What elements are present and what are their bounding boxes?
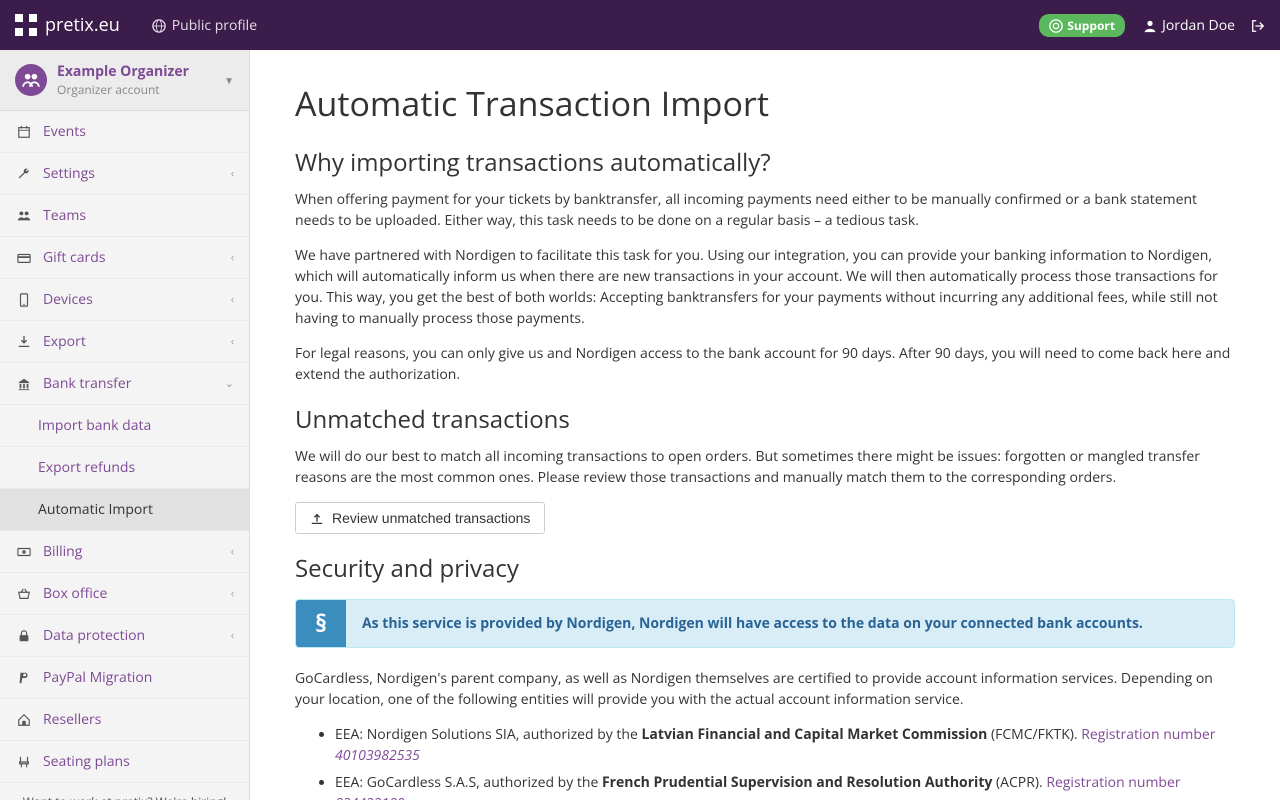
lifebuoy-icon xyxy=(1049,17,1063,34)
heading-security: Security and privacy xyxy=(295,552,1235,585)
heading-why: Why importing transactions automatically… xyxy=(295,146,1235,179)
sidebar-item-devices[interactable]: Devices ‹ xyxy=(0,279,249,321)
chevron-left-icon: ‹ xyxy=(231,292,234,307)
sidebar-item-label: Devices xyxy=(43,290,231,309)
sidebar-item-label: Gift cards xyxy=(43,248,231,267)
bank-icon xyxy=(15,374,33,393)
sidebar-item-label: Automatic Import xyxy=(38,500,234,519)
heading-unmatched: Unmatched transactions xyxy=(295,403,1235,436)
public-profile-label: Public profile xyxy=(172,16,257,35)
section-sign-icon: § xyxy=(296,600,346,647)
sidebar-item-label: Events xyxy=(43,122,234,141)
sidebar-subitem-export-refunds[interactable]: Export refunds xyxy=(0,447,249,489)
list-item: EEA: Nordigen Solutions SIA, authorized … xyxy=(335,724,1235,766)
page-title: Automatic Transaction Import xyxy=(295,80,1235,126)
brand-logo-icon xyxy=(15,14,37,36)
tablet-icon xyxy=(15,290,33,309)
brand[interactable]: pretix.eu xyxy=(15,13,120,37)
user-icon xyxy=(1143,16,1157,35)
sidebar-item-export[interactable]: Export ‹ xyxy=(0,321,249,363)
sidebar-item-label: Box office xyxy=(43,584,231,603)
sidebar-item-boxoffice[interactable]: Box office ‹ xyxy=(0,573,249,615)
users-icon xyxy=(15,206,33,225)
chevron-down-icon: ⌄ xyxy=(225,376,234,391)
sidebar-item-label: Billing xyxy=(43,542,231,561)
public-profile-link[interactable]: Public profile xyxy=(140,0,269,50)
alert-text: As this service is provided by Nordigen,… xyxy=(346,600,1159,647)
organizer-avatar-icon xyxy=(15,64,47,96)
sidebar-item-events[interactable]: Events xyxy=(0,111,249,153)
sidebar-item-label: Bank transfer xyxy=(43,374,225,393)
globe-icon xyxy=(152,16,166,35)
calendar-icon xyxy=(15,122,33,141)
support-label: Support xyxy=(1067,17,1115,34)
sidebar-item-settings[interactable]: Settings ‹ xyxy=(0,153,249,195)
top-navbar: pretix.eu Public profile Support Jordan … xyxy=(0,0,1280,50)
sidebar-item-resellers[interactable]: Resellers xyxy=(0,699,249,741)
lock-icon xyxy=(15,626,33,645)
logout-icon xyxy=(1251,16,1265,35)
chevron-left-icon: ‹ xyxy=(231,250,234,265)
organizer-switcher[interactable]: Example Organizer Organizer account ▼ xyxy=(0,50,249,111)
organizer-name: Example Organizer xyxy=(57,62,224,81)
chevron-left-icon: ‹ xyxy=(231,334,234,349)
paragraph: We will do our best to match all incomin… xyxy=(295,446,1235,488)
sidebar-item-label: Seating plans xyxy=(43,752,234,771)
sidebar-item-label: Settings xyxy=(43,164,231,183)
download-icon xyxy=(15,332,33,351)
sidebar: Example Organizer Organizer account ▼ Ev… xyxy=(0,50,250,800)
caret-down-icon: ▼ xyxy=(224,73,234,87)
paragraph: For legal reasons, you can only give us … xyxy=(295,343,1235,385)
entities-list: EEA: Nordigen Solutions SIA, authorized … xyxy=(295,724,1235,800)
sidebar-item-seating[interactable]: Seating plans xyxy=(0,741,249,783)
sidebar-item-label: Resellers xyxy=(43,710,234,729)
chevron-left-icon: ‹ xyxy=(231,544,234,559)
button-label: Review unmatched transactions xyxy=(332,510,530,526)
logout-button[interactable] xyxy=(1251,16,1265,35)
sidebar-item-dataprotection[interactable]: Data protection ‹ xyxy=(0,615,249,657)
chevron-left-icon: ‹ xyxy=(231,628,234,643)
main-content: Automatic Transaction Import Why importi… xyxy=(250,50,1280,800)
list-item: EEA: GoCardless S.A.S, authorized by the… xyxy=(335,772,1235,800)
hiring-text: Want to work at pretix? We're hiring! xyxy=(10,793,239,800)
paragraph: When offering payment for your tickets b… xyxy=(295,189,1235,231)
paragraph: GoCardless, Nordigen's parent company, a… xyxy=(295,668,1235,710)
sidebar-item-label: Data protection xyxy=(43,626,231,645)
chair-icon xyxy=(15,752,33,771)
home-icon xyxy=(15,710,33,729)
sidebar-item-label: Teams xyxy=(43,206,234,225)
creditcard-icon xyxy=(15,248,33,267)
chevron-left-icon: ‹ xyxy=(231,166,234,181)
sidebar-item-label: Export refunds xyxy=(38,458,234,477)
support-button[interactable]: Support xyxy=(1039,14,1125,37)
info-alert: § As this service is provided by Nordige… xyxy=(295,599,1235,648)
user-menu[interactable]: Jordan Doe xyxy=(1143,16,1235,35)
sidebar-item-banktransfer[interactable]: Bank transfer ⌄ xyxy=(0,363,249,405)
chevron-left-icon: ‹ xyxy=(231,586,234,601)
brand-text: pretix.eu xyxy=(45,13,120,37)
organizer-subtitle: Organizer account xyxy=(57,81,224,98)
upload-icon xyxy=(310,510,324,526)
sidebar-subitem-automatic-import[interactable]: Automatic Import xyxy=(0,489,249,531)
sidebar-item-label: Import bank data xyxy=(38,416,234,435)
user-name: Jordan Doe xyxy=(1162,16,1235,35)
sidebar-footer: Want to work at pretix? We're hiring! Le… xyxy=(0,783,249,800)
sidebar-item-billing[interactable]: Billing ‹ xyxy=(0,531,249,573)
paragraph: We have partnered with Nordigen to facil… xyxy=(295,245,1235,329)
sidebar-item-label: PayPal Migration xyxy=(43,668,234,687)
sidebar-subitem-import-bank-data[interactable]: Import bank data xyxy=(0,405,249,447)
review-unmatched-button[interactable]: Review unmatched transactions xyxy=(295,502,545,534)
basket-icon xyxy=(15,584,33,603)
sidebar-item-label: Export xyxy=(43,332,231,351)
sidebar-item-paypal[interactable]: PayPal Migration xyxy=(0,657,249,699)
sidebar-item-giftcards[interactable]: Gift cards ‹ xyxy=(0,237,249,279)
money-icon xyxy=(15,542,33,561)
sidebar-item-teams[interactable]: Teams xyxy=(0,195,249,237)
wrench-icon xyxy=(15,164,33,183)
paypal-icon xyxy=(15,668,33,687)
